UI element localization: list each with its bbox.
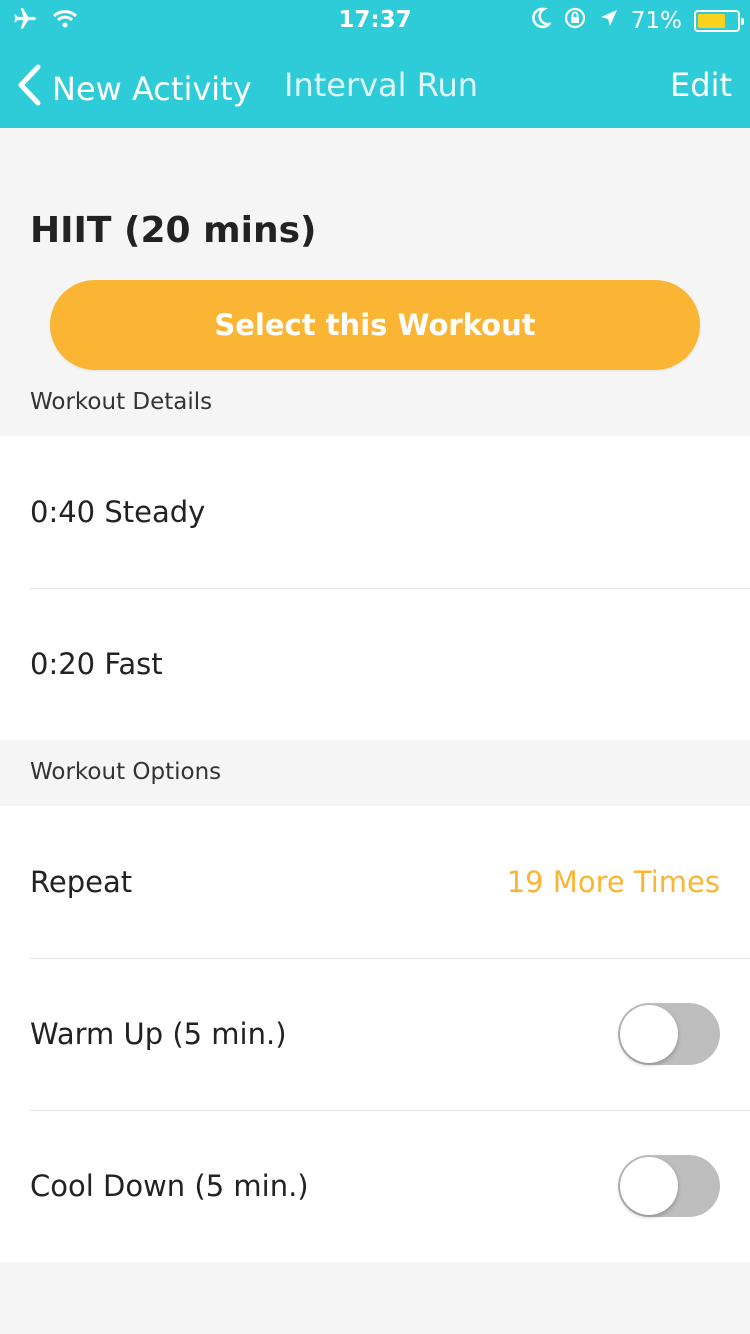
nav-bar: New Activity Interval Run Edit	[0, 55, 750, 115]
workout-options-label: Workout Options	[30, 759, 222, 785]
toggle-knob	[620, 1157, 678, 1215]
moon-icon	[531, 7, 553, 35]
toggle-knob	[620, 1005, 678, 1063]
warm-up-label: Warm Up (5 min.)	[30, 1017, 287, 1051]
location-arrow-icon	[599, 8, 619, 34]
select-workout-button[interactable]: Select this Workout	[50, 280, 700, 370]
repeat-row[interactable]: Repeat 19 More Times	[0, 806, 750, 958]
warm-up-row: Warm Up (5 min.)	[0, 958, 750, 1110]
detail-item-label: 0:20 Fast	[30, 647, 163, 681]
chevron-left-icon	[16, 63, 42, 115]
cool-down-toggle[interactable]	[618, 1155, 720, 1217]
cool-down-row: Cool Down (5 min.)	[0, 1110, 750, 1262]
back-button[interactable]: New Activity	[16, 63, 252, 115]
navigation-header: 17:37 71% New Activity Interval Run Edit	[0, 0, 750, 128]
detail-item-steady[interactable]: 0:40 Steady	[0, 436, 750, 588]
repeat-value[interactable]: 19 More Times	[507, 865, 720, 899]
rotation-lock-icon	[563, 6, 587, 36]
workout-details-list: 0:40 Steady 0:20 Fast	[0, 436, 750, 740]
detail-item-fast[interactable]: 0:20 Fast	[0, 588, 750, 740]
workout-title: HIIT (20 mins)	[30, 210, 317, 251]
workout-options-list: Repeat 19 More Times Warm Up (5 min.) Co…	[0, 806, 750, 1262]
battery-percent: 71%	[630, 8, 682, 34]
warm-up-toggle[interactable]	[618, 1003, 720, 1065]
detail-item-label: 0:40 Steady	[30, 495, 206, 529]
edit-button[interactable]: Edit	[670, 66, 732, 104]
battery-icon	[694, 10, 744, 32]
repeat-label: Repeat	[30, 865, 133, 899]
cool-down-label: Cool Down (5 min.)	[30, 1169, 309, 1203]
nav-title: Interval Run	[284, 66, 479, 104]
status-bar: 17:37 71%	[0, 0, 750, 40]
back-button-label: New Activity	[52, 70, 252, 108]
workout-details-label: Workout Details	[30, 389, 213, 415]
